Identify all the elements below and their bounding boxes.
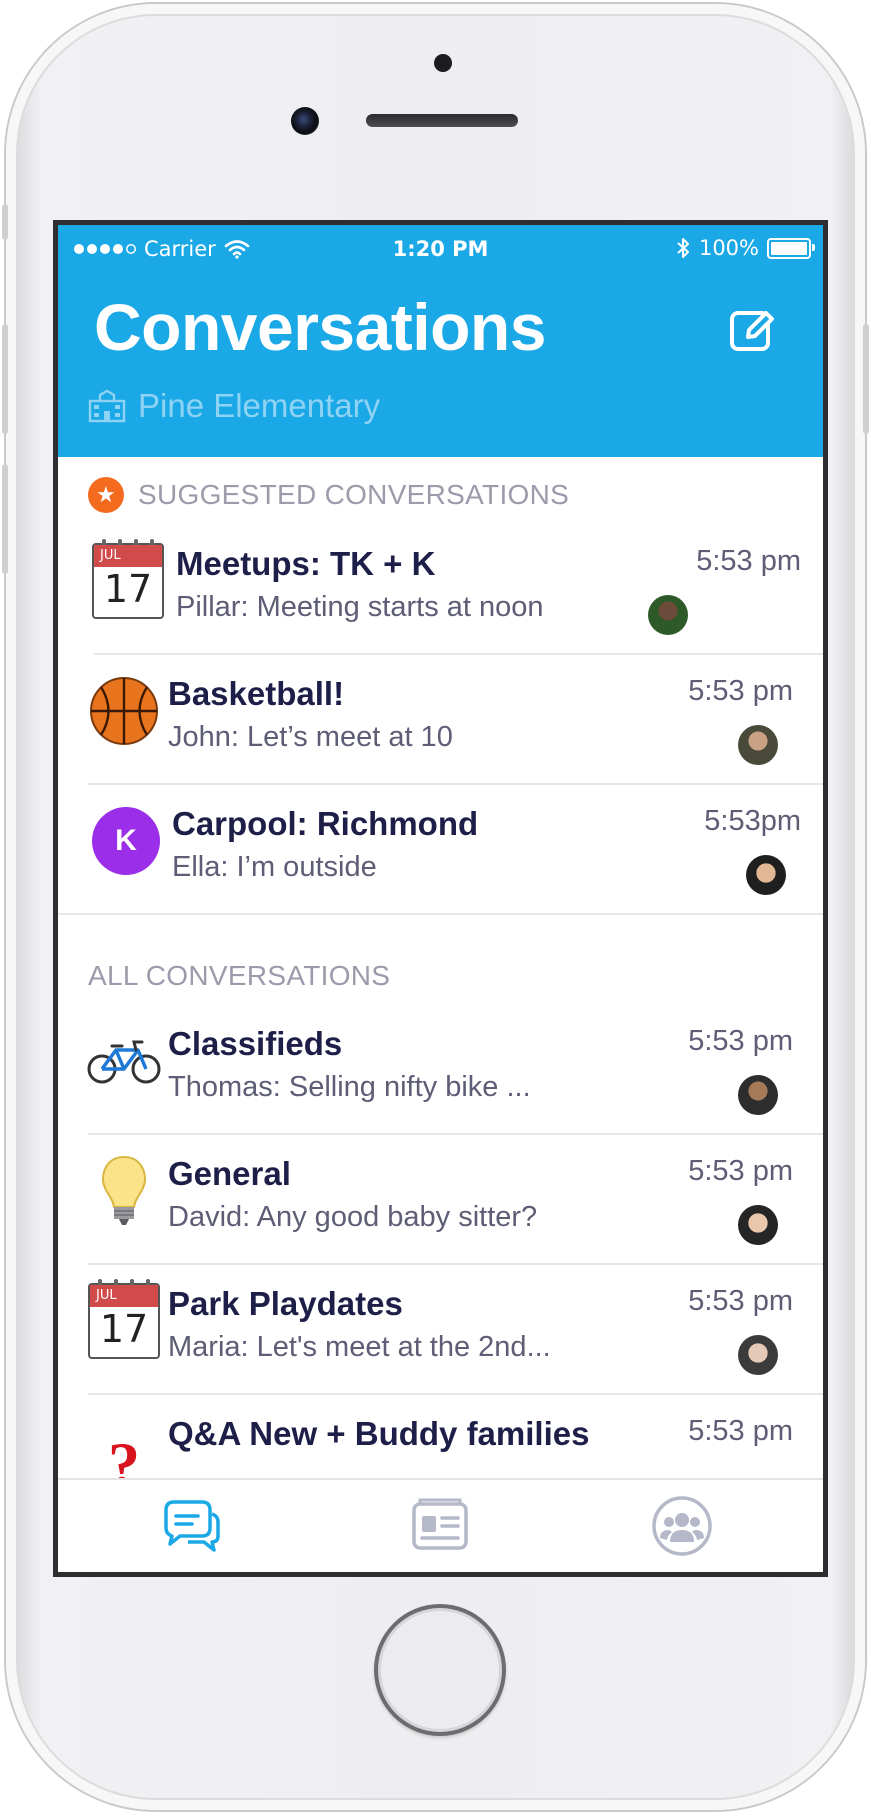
front-camera xyxy=(291,107,319,135)
school-name: Pine Elementary xyxy=(138,387,381,424)
school-selector[interactable]: Pine Elementary xyxy=(88,387,380,425)
conversation-row-carpool[interactable]: K Carpool: Richmond Ella: I’m outside 5:… xyxy=(58,785,823,915)
groups-tab-icon[interactable] xyxy=(650,1494,714,1558)
conversation-row-general[interactable]: General David: Any good baby sitter? 5:5… xyxy=(58,1135,823,1265)
divider xyxy=(58,913,823,915)
calendar-icon: JUL 17 xyxy=(88,539,168,621)
page-title: Conversations xyxy=(94,290,546,364)
earpiece-speaker xyxy=(366,114,518,127)
lightbulb-icon xyxy=(84,1151,164,1231)
star-icon: ★ xyxy=(88,477,124,513)
avatar xyxy=(746,855,786,895)
timestamp: 5:53 pm xyxy=(688,1285,793,1317)
basketball-icon xyxy=(84,671,164,751)
avatar xyxy=(738,1205,778,1245)
compose-icon[interactable] xyxy=(728,307,776,355)
last-message: Thomas: Selling nifty bike ... xyxy=(168,1071,531,1103)
timestamp: 5:53pm xyxy=(704,805,801,837)
conversation-row-basketball[interactable]: Basketball! John: Let’s meet at 10 5:53 … xyxy=(58,655,823,785)
directory-tab-icon[interactable] xyxy=(408,1494,472,1558)
home-button[interactable] xyxy=(374,1604,506,1736)
avatar xyxy=(738,725,778,765)
conversation-name: Basketball! xyxy=(168,675,345,712)
timestamp: 5:53 pm xyxy=(688,1415,793,1447)
app-screen: Carrier 1:20 PM 100% Conversations Pine … xyxy=(53,220,828,1577)
avatar xyxy=(738,1335,778,1375)
volume-up-button xyxy=(2,324,8,434)
conversation-row-park-playdates[interactable]: JUL 17 Park Playdates Maria: Let's meet … xyxy=(58,1265,823,1395)
section-title: ALL CONVERSATIONS xyxy=(88,960,391,991)
conversation-row-meetups[interactable]: JUL 17 Meetups: TK + K Pillar: Meeting s… xyxy=(58,525,823,655)
conversation-name: Meetups: TK + K xyxy=(176,545,436,582)
conversation-name: General xyxy=(168,1155,291,1192)
volume-down-button xyxy=(2,464,8,574)
school-building-icon xyxy=(88,389,126,423)
mute-switch xyxy=(2,204,8,240)
proximity-sensor xyxy=(434,54,452,72)
timestamp: 5:53 pm xyxy=(688,1155,793,1187)
conversations-tab-icon[interactable] xyxy=(158,1494,222,1558)
last-message: Maria: Let's meet at the 2nd... xyxy=(168,1331,551,1363)
power-button xyxy=(863,324,869,434)
last-message: Ella: I’m outside xyxy=(172,851,377,883)
avatar xyxy=(648,595,688,635)
battery-icon xyxy=(767,237,815,259)
status-bar: Carrier 1:20 PM 100% xyxy=(58,225,823,273)
battery-percent: 100% xyxy=(698,236,759,260)
conversations-header: Carrier 1:20 PM 100% Conversations Pine … xyxy=(58,225,823,457)
letter-badge-icon: K xyxy=(86,801,166,881)
timestamp: 5:53 pm xyxy=(696,545,801,577)
bicycle-icon xyxy=(84,1021,164,1101)
conversation-name: Q&A New + Buddy families xyxy=(168,1415,590,1452)
suggested-section-header: ★ SUGGESTED CONVERSATIONS xyxy=(88,477,569,513)
section-title: SUGGESTED CONVERSATIONS xyxy=(138,479,570,510)
bluetooth-icon xyxy=(677,238,689,258)
last-message: John: Let’s meet at 10 xyxy=(168,721,453,753)
conversation-name: Park Playdates xyxy=(168,1285,403,1322)
last-message: Pillar: Meeting starts at noon xyxy=(176,591,544,623)
calendar-icon: JUL 17 xyxy=(84,1279,164,1361)
timestamp: 5:53 pm xyxy=(688,675,793,707)
timestamp: 5:53 pm xyxy=(688,1025,793,1057)
last-message: David: Any good baby sitter? xyxy=(168,1201,538,1233)
conversation-name: Classifieds xyxy=(168,1025,343,1062)
tab-bar xyxy=(58,1478,823,1572)
conversation-name: Carpool: Richmond xyxy=(172,805,479,842)
avatar xyxy=(738,1075,778,1115)
conversation-row-classifieds[interactable]: Classifieds Thomas: Selling nifty bike .… xyxy=(58,1005,823,1135)
all-section-header: ALL CONVERSATIONS xyxy=(88,960,390,992)
